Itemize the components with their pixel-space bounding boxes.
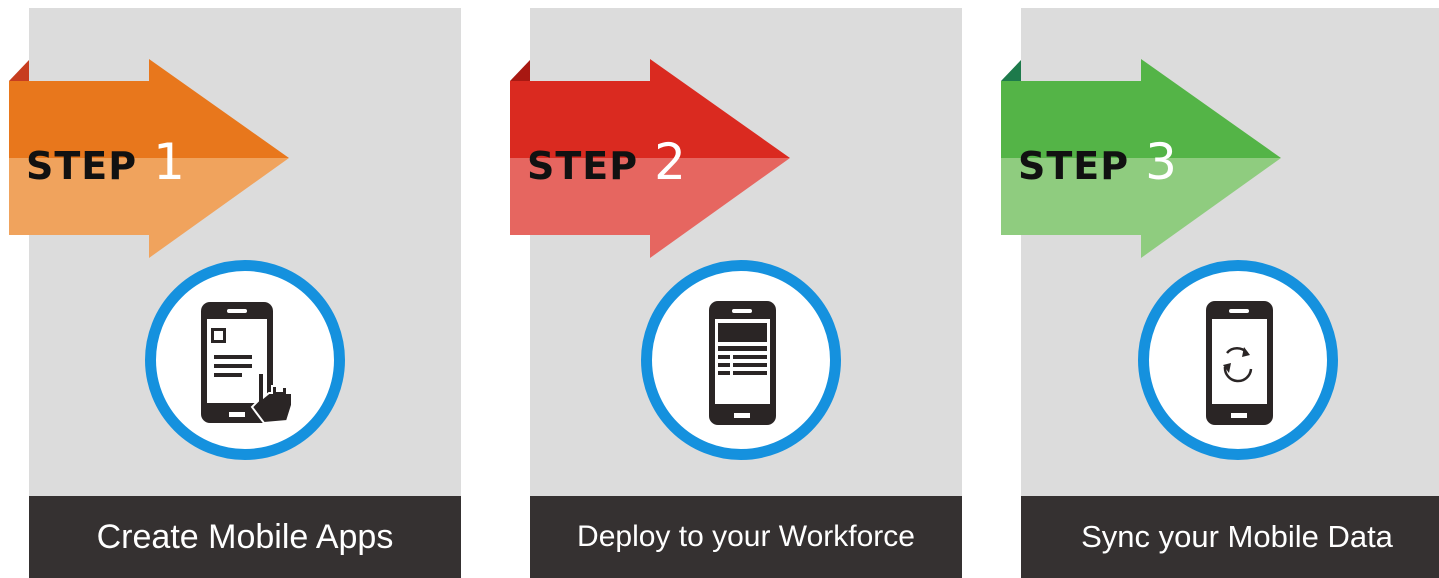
- phone-sync-icon: [1206, 301, 1273, 425]
- step-number: 2: [654, 133, 686, 191]
- step-caption: Create Mobile Apps: [96, 517, 394, 556]
- icon-circle-1: [145, 260, 345, 460]
- caption-bar-2: Deploy to your Workforce: [530, 496, 962, 578]
- caption-bar-1: Create Mobile Apps: [29, 496, 461, 578]
- step-card-3: STEP 3 Sync your Mobile Data: [1001, 8, 1439, 578]
- step-word: STEP: [26, 144, 138, 188]
- step-number: 1: [153, 133, 185, 191]
- icon-circle-3: [1138, 260, 1338, 460]
- step-word: STEP: [1018, 144, 1130, 188]
- step-caption: Deploy to your Workforce: [577, 520, 915, 553]
- step-card-2: STEP 2 Deploy to your Workforce: [510, 8, 962, 578]
- caption-bar-3: Sync your Mobile Data: [1021, 496, 1439, 578]
- icon-circle-2: [641, 260, 841, 460]
- step-word: STEP: [527, 144, 639, 188]
- step-caption: Sync your Mobile Data: [1081, 519, 1393, 554]
- step-card-1: STEP 1 Create Mobile Apps: [9, 8, 461, 578]
- step-label-1: STEP 1: [26, 137, 185, 188]
- phone-form-icon: [709, 301, 776, 425]
- step-number: 3: [1145, 133, 1177, 191]
- step-label-3: STEP 3: [1018, 137, 1177, 188]
- step-label-2: STEP 2: [527, 137, 686, 188]
- phone-tap-icon: [201, 302, 293, 425]
